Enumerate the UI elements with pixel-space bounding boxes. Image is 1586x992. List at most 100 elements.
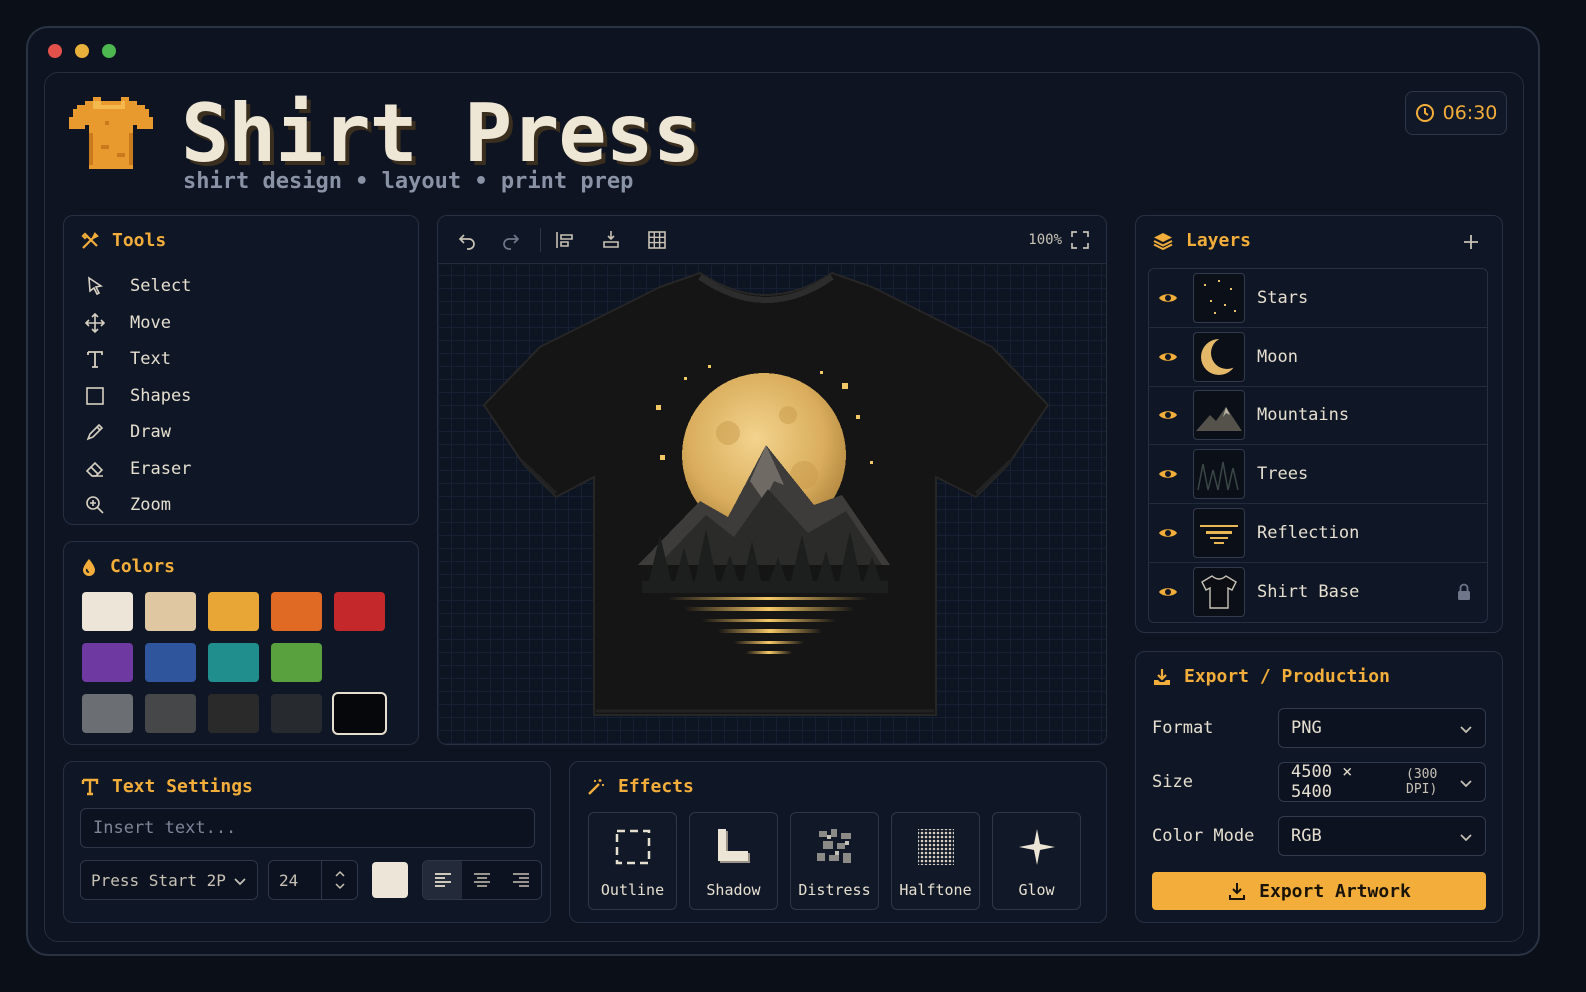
align-center-icon[interactable]	[600, 229, 622, 251]
layers-title: Layers	[1186, 230, 1252, 251]
color-swatch[interactable]	[82, 592, 133, 631]
color-swatch[interactable]	[145, 592, 196, 631]
align-text-center-button[interactable]	[462, 861, 501, 899]
eye-icon[interactable]	[1157, 346, 1179, 368]
color-swatch[interactable]	[208, 592, 259, 631]
layer-row[interactable]: Shirt Base	[1149, 563, 1487, 622]
color-swatch-grid	[82, 592, 387, 735]
tool-move[interactable]: Move	[84, 305, 191, 342]
color-swatch[interactable]	[82, 694, 133, 733]
effect-halftone[interactable]: Halftone	[891, 812, 980, 910]
layer-row[interactable]: Mountains	[1149, 387, 1487, 446]
font-size-stepper[interactable]: 24	[268, 860, 358, 900]
text-input[interactable]: Insert text...	[80, 808, 535, 848]
tool-label: Shapes	[130, 385, 192, 406]
tool-eraser[interactable]: Eraser	[84, 451, 191, 488]
color-swatch[interactable]	[271, 694, 322, 733]
layer-thumbnail	[1193, 272, 1245, 323]
eye-icon[interactable]	[1157, 404, 1179, 426]
tool-draw[interactable]: Draw	[84, 414, 191, 451]
tools-title: Tools	[112, 230, 167, 251]
font-select[interactable]: Press Start 2P	[80, 860, 258, 900]
effects-list: Outline Shadow Distress Halftone Glow	[588, 812, 1081, 910]
text-options-row: Press Start 2P 24	[80, 860, 542, 900]
align-text-left-icon	[434, 873, 451, 887]
tshirt-mockup[interactable]	[438, 265, 1107, 745]
format-label: Format	[1152, 718, 1214, 738]
export-button-label: Export Artwork	[1259, 880, 1411, 902]
eye-icon[interactable]	[1157, 581, 1179, 603]
color-swatch[interactable]	[332, 692, 387, 735]
align-text-right-button[interactable]	[502, 861, 541, 899]
droplet-icon	[83, 558, 95, 576]
glow-icon	[1019, 829, 1055, 865]
color-swatch[interactable]	[145, 643, 196, 682]
effect-label: Glow	[1018, 881, 1055, 899]
align-left-icon[interactable]	[554, 229, 576, 251]
minimize-dot[interactable]	[75, 44, 89, 58]
layer-row[interactable]: Trees	[1149, 445, 1487, 505]
empty-swatch-slot	[334, 643, 385, 682]
color-swatch[interactable]	[82, 643, 133, 682]
color-swatch[interactable]	[271, 592, 322, 631]
close-dot[interactable]	[48, 44, 62, 58]
tool-label: Draw	[130, 422, 171, 443]
colors-title: Colors	[110, 556, 176, 577]
tools-icon	[81, 231, 99, 249]
export-artwork-button[interactable]: Export Artwork	[1152, 872, 1486, 910]
layer-row[interactable]: Reflection	[1149, 504, 1487, 563]
text-settings-header: Text Settings	[80, 776, 253, 797]
effect-distress[interactable]: Distress	[790, 812, 879, 910]
eye-icon[interactable]	[1157, 522, 1179, 544]
color-mode-value: RGB	[1291, 826, 1322, 846]
lock-icon[interactable]	[1455, 582, 1473, 602]
redo-icon[interactable]	[500, 229, 522, 251]
layer-name: Reflection	[1257, 523, 1360, 544]
align-text-left-button[interactable]	[423, 861, 463, 899]
effects-title: Effects	[618, 776, 694, 797]
zoom-level: 100%	[1028, 232, 1062, 248]
text-align-group	[422, 860, 542, 900]
color-swatch[interactable]	[334, 592, 385, 631]
effect-shadow[interactable]: Shadow	[689, 812, 778, 910]
size-select[interactable]: 4500 × 5400 (300 DPI)	[1278, 762, 1486, 802]
layer-row[interactable]: Moon	[1149, 328, 1487, 387]
stepper-arrows-icon[interactable]	[333, 868, 347, 892]
tool-label: Select	[130, 276, 192, 297]
color-swatch[interactable]	[145, 694, 196, 733]
size-value: 4500 × 5400	[1291, 762, 1353, 802]
format-select[interactable]: PNG	[1278, 708, 1486, 748]
undo-icon[interactable]	[456, 229, 478, 251]
app-subtitle: shirt design • layout • print prep	[183, 169, 634, 194]
layer-row[interactable]: Stars	[1149, 269, 1487, 328]
color-swatch[interactable]	[271, 643, 322, 682]
effect-outline[interactable]: Outline	[588, 812, 677, 910]
add-layer-icon[interactable]	[1462, 233, 1480, 251]
effects-header: Effects	[586, 776, 694, 797]
maximize-dot[interactable]	[102, 44, 116, 58]
layer-thumbnail	[1193, 331, 1245, 382]
eye-icon[interactable]	[1157, 287, 1179, 309]
shadow-icon	[718, 829, 750, 863]
tool-label: Eraser	[130, 458, 192, 479]
grid-icon[interactable]	[646, 229, 668, 251]
text-color-swatch[interactable]	[368, 860, 412, 900]
color-mode-select[interactable]: RGB	[1278, 816, 1486, 856]
format-row: Format PNG	[1152, 708, 1486, 748]
design-canvas[interactable]	[438, 265, 1106, 744]
tool-zoom[interactable]: Zoom	[84, 487, 191, 524]
effect-glow[interactable]: Glow	[992, 812, 1081, 910]
eye-icon[interactable]	[1157, 463, 1179, 485]
fullscreen-icon[interactable]	[1070, 230, 1090, 250]
layers-header: Layers	[1152, 230, 1251, 251]
clock-icon	[1415, 104, 1434, 122]
cursor-icon	[88, 276, 104, 296]
tool-text[interactable]: Text	[84, 341, 191, 378]
tool-shapes[interactable]: Shapes	[84, 378, 191, 415]
chevron-down-icon	[1460, 780, 1472, 788]
export-header: Export / Production	[1152, 666, 1390, 687]
tool-select[interactable]: Select	[84, 268, 191, 305]
effect-label: Distress	[798, 881, 871, 899]
color-swatch[interactable]	[208, 694, 259, 733]
color-swatch[interactable]	[208, 643, 259, 682]
